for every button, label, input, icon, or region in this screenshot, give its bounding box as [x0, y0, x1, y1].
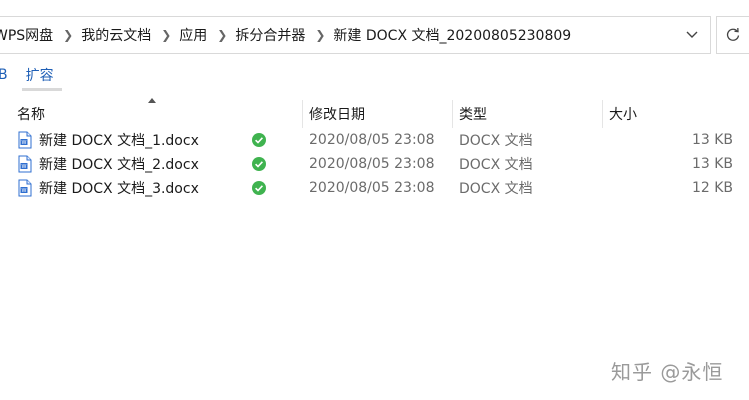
column-header-date[interactable]: 修改日期: [302, 100, 452, 128]
breadcrumb-item[interactable]: 拆分合并器 ❯: [235, 25, 333, 45]
file-size: 13 KB: [691, 132, 733, 148]
refresh-button[interactable]: [716, 16, 749, 54]
svg-text:W: W: [22, 188, 27, 194]
breadcrumb-label[interactable]: WPS网盘: [0, 25, 59, 45]
sync-check-icon: [252, 181, 266, 195]
refresh-icon: [726, 27, 740, 41]
toolbar: B 扩容: [0, 60, 749, 91]
breadcrumb-item[interactable]: 我的云文档 ❯: [81, 25, 179, 45]
file-type: DOCX 文档: [459, 181, 533, 197]
sync-check-icon: [252, 157, 266, 171]
breadcrumb-label[interactable]: 应用: [179, 25, 213, 45]
breadcrumb-label[interactable]: 新建 DOCX 文档_20200805230809: [333, 25, 577, 45]
chevron-right-icon[interactable]: ❯: [59, 28, 81, 42]
breadcrumb-label[interactable]: 我的云文档: [81, 25, 157, 45]
breadcrumb-label[interactable]: 拆分合并器: [235, 25, 311, 45]
file-type: DOCX 文档: [459, 157, 533, 173]
column-header-row: 名称 修改日期 类型 大小: [0, 98, 749, 128]
chevron-right-icon[interactable]: ❯: [213, 28, 235, 42]
file-row[interactable]: W 新建 DOCX 文档_2.docx 2020/08/05 23:08 DOC…: [0, 152, 749, 176]
expand-capacity-button[interactable]: 扩容: [21, 65, 62, 91]
breadcrumb-item[interactable]: 新建 DOCX 文档_20200805230809: [333, 25, 577, 45]
file-date: 2020/08/05 23:08: [309, 132, 435, 148]
breadcrumb-item[interactable]: WPS网盘 ❯: [0, 25, 81, 45]
sync-status: [252, 157, 302, 171]
column-header-label: 类型: [459, 107, 487, 123]
file-type: DOCX 文档: [459, 133, 533, 149]
chevron-right-icon[interactable]: ❯: [157, 28, 179, 42]
column-header-size[interactable]: 大小: [602, 100, 749, 128]
svg-text:W: W: [22, 164, 27, 170]
column-header-type[interactable]: 类型: [452, 100, 602, 128]
file-list: W 新建 DOCX 文档_1.docx 2020/08/05 23:08 DOC…: [0, 128, 749, 200]
column-header-label: 大小: [609, 107, 637, 123]
word-doc-icon: W: [18, 179, 32, 197]
file-name: 新建 DOCX 文档_2.docx: [39, 157, 199, 173]
word-doc-icon: W: [18, 131, 32, 149]
file-name: 新建 DOCX 文档_1.docx: [39, 133, 199, 149]
file-date: 2020/08/05 23:08: [309, 180, 435, 196]
column-header-name[interactable]: 名称: [0, 98, 302, 128]
chevron-down-icon[interactable]: [680, 17, 704, 53]
address-bar[interactable]: WPS网盘 ❯ 我的云文档 ❯ 应用 ❯ 拆分合并器 ❯ 新建 DOCX 文档_…: [0, 16, 711, 54]
word-doc-icon: W: [18, 155, 32, 173]
file-size: 13 KB: [691, 156, 733, 172]
sort-ascending-icon: [148, 98, 156, 103]
column-header-label: 名称: [17, 107, 45, 123]
file-row[interactable]: W 新建 DOCX 文档_3.docx 2020/08/05 23:08 DOC…: [0, 176, 749, 200]
file-name-cell[interactable]: W 新建 DOCX 文档_2.docx: [0, 154, 252, 174]
toolbar-item-partial[interactable]: B: [0, 67, 8, 83]
file-name: 新建 DOCX 文档_3.docx: [39, 181, 199, 197]
file-size: 12 KB: [691, 180, 733, 196]
chevron-right-icon[interactable]: ❯: [311, 28, 333, 42]
sync-status: [252, 133, 302, 147]
file-name-cell[interactable]: W 新建 DOCX 文档_3.docx: [0, 178, 252, 198]
file-row[interactable]: W 新建 DOCX 文档_1.docx 2020/08/05 23:08 DOC…: [0, 128, 749, 152]
column-header-label: 修改日期: [309, 107, 365, 123]
file-explorer-window: WPS网盘 ❯ 我的云文档 ❯ 应用 ❯ 拆分合并器 ❯ 新建 DOCX 文档_…: [0, 0, 749, 400]
file-date: 2020/08/05 23:08: [309, 156, 435, 172]
file-name-cell[interactable]: W 新建 DOCX 文档_1.docx: [0, 130, 252, 150]
sync-status: [252, 181, 302, 195]
watermark: 知乎 @永恒: [611, 360, 724, 384]
svg-text:W: W: [22, 140, 27, 146]
breadcrumb-item[interactable]: 应用 ❯: [179, 25, 235, 45]
sync-check-icon: [252, 133, 266, 147]
